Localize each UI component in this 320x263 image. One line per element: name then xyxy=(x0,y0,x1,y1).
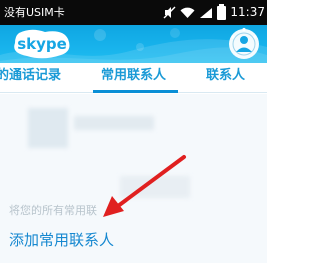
skype-logo-text: skype xyxy=(17,35,67,53)
status-bar: 没有USIM卡 11:37 xyxy=(0,0,267,25)
blurred-text xyxy=(120,176,190,198)
favorites-panel: 将您的所有常用联 添加常用联系人 xyxy=(0,94,267,263)
tab-call-history[interactable]: 的通话记录 xyxy=(0,63,61,93)
tab-bar: 的通话记录 常用联系人 联系人 xyxy=(0,63,267,93)
skype-logo: skype xyxy=(14,29,70,59)
app-header: skype xyxy=(0,25,267,63)
mute-icon xyxy=(163,6,176,19)
add-favorite-contact-link[interactable]: 添加常用联系人 xyxy=(9,229,114,250)
blurred-text xyxy=(74,116,154,130)
blurred-avatar xyxy=(28,108,68,148)
wifi-icon xyxy=(180,7,195,18)
clock: 11:37 xyxy=(230,5,265,19)
active-tab-indicator xyxy=(93,90,178,93)
presence-icon[interactable] xyxy=(227,27,261,61)
tab-favorites[interactable]: 常用联系人 xyxy=(101,63,166,93)
battery-icon xyxy=(217,3,227,20)
tab-contacts[interactable]: 联系人 xyxy=(206,63,245,93)
status-icons: 11:37 xyxy=(163,0,267,25)
signal-icon xyxy=(200,7,213,18)
empty-state-hint: 将您的所有常用联 xyxy=(9,204,97,217)
carrier-label: 没有USIM卡 xyxy=(4,6,65,19)
